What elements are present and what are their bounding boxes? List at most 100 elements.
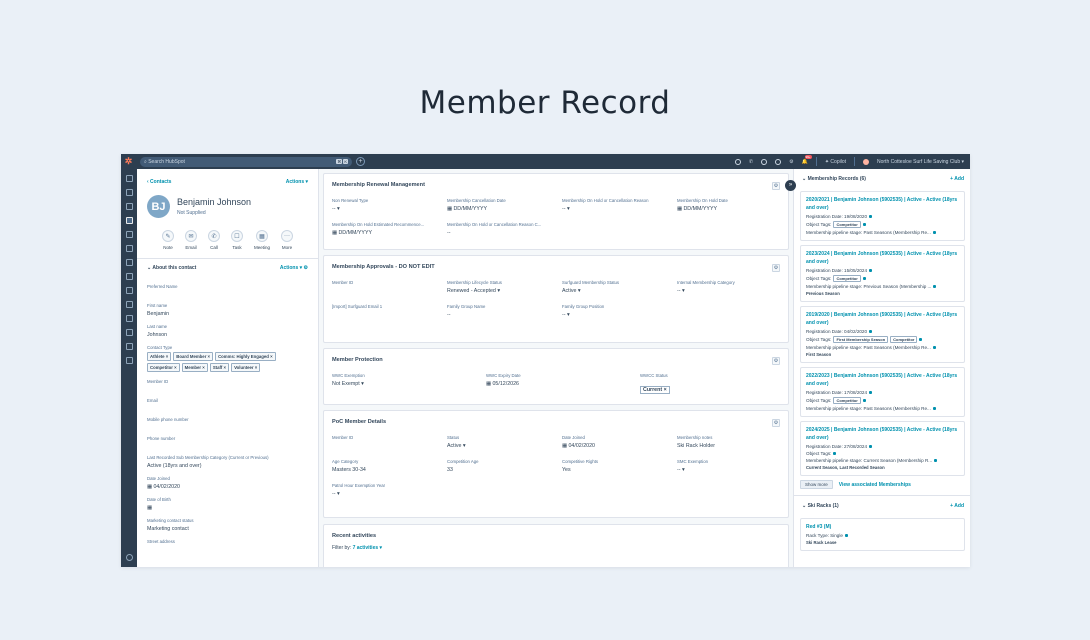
meeting-button[interactable]: ▦ Meeting xyxy=(254,230,270,250)
date-joined-field[interactable]: ▦ 04/02/2020 xyxy=(562,443,677,449)
competitive-rights-field[interactable]: Yes xyxy=(562,467,677,473)
call-button[interactable]: ✆ Call xyxy=(207,230,220,250)
settings-gear-icon[interactable]: ⚙ xyxy=(772,357,780,365)
phone-icon[interactable]: ✆ xyxy=(749,159,753,165)
hubspot-logo-icon[interactable]: ✲ xyxy=(121,154,136,169)
workspaces-icon[interactable] xyxy=(125,189,133,196)
wwc-exemption-field[interactable]: Not Exempt ▾ xyxy=(332,381,486,387)
copy-icon[interactable] xyxy=(862,277,866,280)
account-menu[interactable]: North Cottesloe Surf Life Saving Club ▾ xyxy=(877,159,964,165)
bookmarks-icon[interactable] xyxy=(125,175,133,182)
settings-gear-icon[interactable]: ⚙ xyxy=(772,264,780,272)
collapse-nav-icon[interactable] xyxy=(125,554,133,561)
user-avatar[interactable] xyxy=(863,158,869,165)
sales-icon[interactable] xyxy=(125,273,133,280)
library-icon[interactable] xyxy=(125,329,133,336)
copy-icon[interactable] xyxy=(869,330,873,333)
crm-icon[interactable] xyxy=(125,217,133,224)
import-surfguard-email-1-field[interactable] xyxy=(332,312,447,316)
more-button[interactable]: ··· More xyxy=(281,230,293,250)
membership-record-link[interactable]: 2023/2024 | Benjamin Johnson (5902535) |… xyxy=(806,250,959,266)
wwc-expiry-date-field[interactable]: ▦ 05/12/2026 xyxy=(486,381,640,387)
contact-type-tag[interactable]: Board Member × xyxy=(173,352,214,361)
expand-sidebar-icon[interactable]: » xyxy=(785,180,796,191)
non-renewal-type-field[interactable]: -- ▾ xyxy=(332,206,447,212)
membership-on-hold-or-cancellation-reason-field[interactable]: -- ▾ xyxy=(562,206,677,212)
contact-type-tag[interactable]: Comms: Highly Engaged × xyxy=(215,352,276,361)
copy-icon[interactable] xyxy=(869,215,873,218)
copy-icon[interactable] xyxy=(919,338,923,341)
settings-gear-icon[interactable]: ⚙ xyxy=(789,159,793,165)
copy-icon[interactable] xyxy=(932,407,936,410)
date-joined-field[interactable]: ▦ 04/02/2020 xyxy=(147,484,308,490)
copy-icon[interactable] xyxy=(869,391,873,394)
about-section-header[interactable]: ⌄ About this contact Actions ▾ ⚙ xyxy=(137,258,318,277)
membership-record-link[interactable]: 2020/2021 | Benjamin Johnson (5902535) |… xyxy=(806,196,959,212)
copy-icon[interactable] xyxy=(862,223,866,226)
membership-notes-field[interactable]: Ski Rack Holder xyxy=(677,443,792,449)
contact-type-tag[interactable]: Competitor × xyxy=(147,363,180,372)
surfguard-membership-status-field[interactable]: Active ▾ xyxy=(562,288,677,294)
ski-racks-header[interactable]: ⌄ Ski Racks (1) xyxy=(802,503,839,509)
ski-rack-title[interactable]: Red #3 (M) xyxy=(806,523,959,531)
dashboard-icon[interactable] xyxy=(125,203,133,210)
note-button[interactable]: ✎ Note xyxy=(161,230,174,250)
membership-records-header[interactable]: ⌄ Membership Records (6) xyxy=(802,176,866,182)
contact-type-tag[interactable]: Volunteer × xyxy=(231,363,261,372)
preferred-name-field[interactable] xyxy=(147,292,308,296)
add-ski-rack-button[interactable]: + Add xyxy=(950,503,964,509)
copy-icon[interactable] xyxy=(862,399,866,402)
membership-record-link[interactable]: 2019/2020 | Benjamin Johnson (5902535) |… xyxy=(806,311,959,327)
contact-type-tag[interactable]: Staff × xyxy=(209,363,230,372)
membership-on-hold-estimated-recommence-field[interactable]: ▦ DD/MM/YYYY xyxy=(332,230,447,236)
marketing-icon[interactable] xyxy=(125,231,133,238)
member-id-field[interactable] xyxy=(147,387,308,391)
copy-icon[interactable] xyxy=(869,269,873,272)
content-icon[interactable] xyxy=(125,245,133,252)
competition-age-field[interactable]: 33 xyxy=(447,467,562,473)
copy-icon[interactable] xyxy=(933,285,937,288)
contact-type-field[interactable]: Athlete × Board Member × Comms: Highly E… xyxy=(147,352,302,372)
reporting-icon[interactable] xyxy=(125,301,133,308)
last-name-field[interactable]: Johnson xyxy=(147,332,308,338)
add-membership-button[interactable]: + Add xyxy=(950,176,964,182)
member-id-field[interactable] xyxy=(332,288,447,292)
notifications-icon[interactable]: 🔔 99+ xyxy=(802,154,812,165)
smc-exemption-field[interactable]: -- ▾ xyxy=(677,467,792,473)
create-plus-button[interactable]: + xyxy=(356,157,365,166)
email-button[interactable]: ✉ Email xyxy=(184,230,197,250)
membership-on-hold-date-field[interactable]: ▦ DD/MM/YYYY xyxy=(677,206,792,212)
last-category-field[interactable]: Active (18yrs and over) xyxy=(147,463,308,469)
marketplace-icon[interactable] xyxy=(761,158,768,165)
mobile-field[interactable] xyxy=(147,425,308,429)
contact-type-tag[interactable]: Member × xyxy=(181,363,208,372)
contact-name[interactable]: Benjamin Johnson xyxy=(177,197,251,207)
question-icon[interactable] xyxy=(775,158,782,165)
membership-record-link[interactable]: 2022/2023 | Benjamin Johnson (5902535) |… xyxy=(806,372,959,388)
copy-icon[interactable] xyxy=(869,445,873,448)
actions-menu[interactable]: Actions ▾ xyxy=(286,179,308,185)
copy-icon[interactable] xyxy=(932,346,936,349)
phone-field[interactable] xyxy=(147,444,308,448)
family-group-name-field[interactable]: -- xyxy=(447,312,562,318)
view-associated-link[interactable]: View associated Memberships xyxy=(839,482,911,488)
copy-icon[interactable] xyxy=(932,231,936,234)
status-field[interactable]: Active ▾ xyxy=(447,443,562,449)
contacts-breadcrumb[interactable]: ‹ Contacts xyxy=(147,179,171,185)
automation-icon[interactable] xyxy=(125,287,133,294)
dob-field[interactable]: ▦ xyxy=(147,505,308,511)
membership-cancellation-date-field[interactable]: ▦ DD/MM/YYYY xyxy=(447,206,562,212)
age-category-field[interactable]: Masters 30-34 xyxy=(332,467,447,473)
search-input[interactable]: ⌕ Search HubSpot ⌘ K xyxy=(140,156,352,167)
copy-icon[interactable] xyxy=(833,452,837,455)
settings-gear-icon[interactable]: ⚙ xyxy=(772,419,780,427)
megaphone-icon[interactable] xyxy=(125,343,133,350)
membership-record-link[interactable]: 2024/2025 | Benjamin Johnson (5902535) |… xyxy=(806,426,959,442)
first-name-field[interactable]: Benjamin xyxy=(147,311,308,317)
show-more-button[interactable]: Show more xyxy=(800,480,833,489)
marketing-status-field[interactable]: Marketing contact xyxy=(147,526,308,532)
email-field[interactable] xyxy=(147,406,308,410)
table-icon[interactable] xyxy=(125,357,133,364)
data-icon[interactable] xyxy=(125,315,133,322)
copilot-button[interactable]: ✦ Copilot xyxy=(825,159,846,165)
